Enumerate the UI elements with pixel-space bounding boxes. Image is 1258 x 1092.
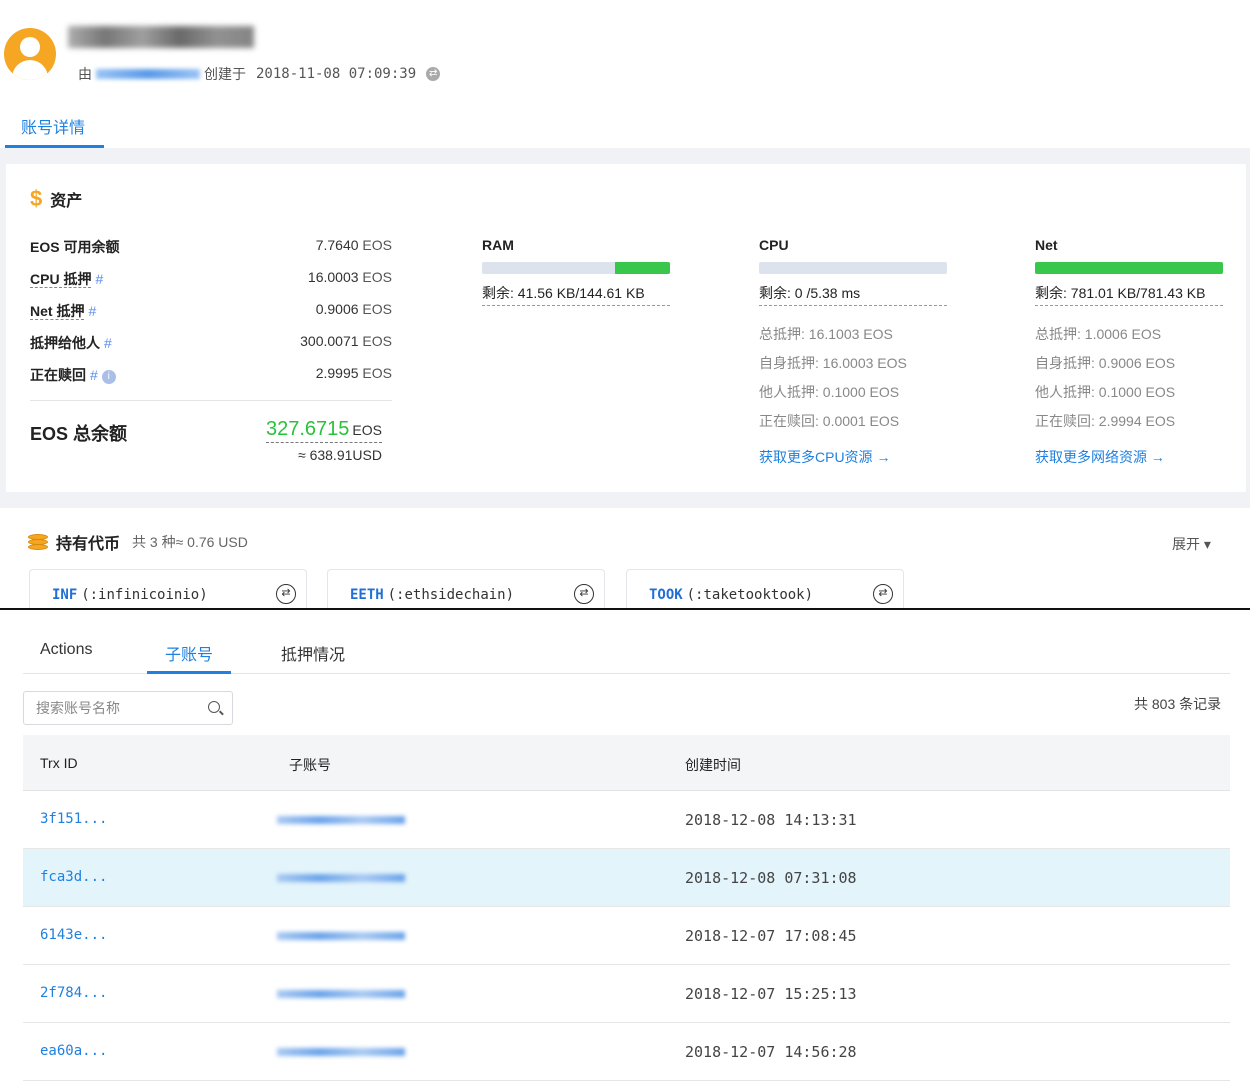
swap-icon[interactable]: ⇄ (873, 584, 893, 604)
swap-icon[interactable]: ⇄ (276, 584, 296, 604)
cpu-total-stake: 总抵押: 16.1003 EOS (759, 326, 893, 342)
asset-divider (30, 400, 392, 401)
table-row: 2f784... 2018-12-07 15:25:13 (23, 965, 1230, 1023)
created-time: 2018-12-08 14:13:31 (685, 811, 857, 829)
dollar-icon: $ (30, 186, 43, 211)
get-more-cpu-link[interactable]: 获取更多CPU资源 → (759, 447, 890, 467)
trx-id-link[interactable]: 3f151... (40, 811, 107, 827)
sub-account-link-blurred[interactable] (277, 932, 405, 940)
copy-icon[interactable]: ⇄ (426, 67, 441, 81)
created-time: 2018-12-07 15:25:13 (685, 985, 857, 1003)
ram-title: RAM (482, 237, 514, 253)
info-icon[interactable]: i (101, 370, 116, 384)
net-total-stake: 总抵押: 1.0006 EOS (1035, 326, 1162, 342)
cpu-refunding: 正在赎回: 0.0001 EOS (759, 413, 900, 429)
trx-id-link[interactable]: ea60a... (40, 1043, 107, 1059)
cpu-others-stake: 他人抵押: 0.1000 EOS (759, 384, 900, 400)
net-others-stake: 他人抵押: 0.1000 EOS (1035, 384, 1176, 400)
hash-link[interactable]: # (104, 335, 112, 351)
table-header: Trx ID 子账号 创建时间 (23, 735, 1230, 791)
sub-account-link-blurred[interactable] (277, 990, 405, 998)
table-row: ea60a... 2018-12-07 14:56:28 (23, 1023, 1230, 1081)
created-at-label: 创建于 (204, 66, 246, 82)
assets-title: $ 资产 (30, 186, 83, 211)
screenshot-seam (0, 608, 1250, 610)
sub-account-link-blurred[interactable] (277, 1048, 405, 1056)
record-count: 共 803 条记录 (1134, 696, 1222, 712)
expand-button[interactable]: 展开 ▾ (1172, 534, 1211, 554)
asset-row-delegated: 抵押给他人 # 300.0071 EOS (30, 333, 392, 351)
cpu-usage-bar (759, 262, 947, 274)
total-balance-label: EOS 总余额 (30, 424, 128, 444)
usd-value: ≈ 638.91USD (298, 447, 382, 463)
hash-link[interactable]: # (95, 271, 103, 287)
tab-staking[interactable]: 抵押情况 (281, 641, 345, 665)
trx-id-link[interactable]: 6143e... (40, 927, 107, 943)
section-separator (0, 492, 1250, 508)
table-row: fca3d... 2018-12-08 07:31:08 (23, 849, 1230, 907)
table-row: 6143e... 2018-12-07 17:08:45 (23, 907, 1230, 965)
asset-row-refunding: 正在赎回 # i 2.9995 EOS (30, 365, 392, 384)
active-tab-underline (147, 671, 231, 674)
created-time: 2018-12-08 07:31:08 (685, 869, 857, 887)
created-by-prefix: 由 (78, 66, 92, 82)
sub-account-link-blurred[interactable] (277, 874, 405, 882)
account-name-blurred (68, 26, 254, 48)
cpu-title: CPU (759, 237, 789, 253)
column-trx-id: Trx ID (40, 755, 78, 771)
cpu-self-stake: 自身抵押: 16.0003 EOS (759, 355, 907, 371)
hash-link[interactable]: # (90, 367, 98, 383)
tokens-title: 持有代币 共 3 种≈ 0.76 USD (28, 530, 248, 554)
token-card-inf[interactable]: INF (:infinicoinio) ⇄ (29, 569, 307, 609)
swap-icon[interactable]: ⇄ (574, 584, 594, 604)
net-self-stake: 自身抵押: 0.9006 EOS (1035, 355, 1176, 371)
ram-remaining[interactable]: 剩余: 41.56 KB/144.61 KB (482, 283, 670, 306)
tab-account-details[interactable]: 账号详情 (21, 114, 85, 138)
cpu-remaining[interactable]: 剩余: 0 /5.38 ms (759, 283, 947, 306)
created-time: 2018-12-07 14:56:28 (685, 1043, 857, 1061)
creation-meta: 由 创建于 2018-11-08 07:09:39 ⇄ (78, 64, 441, 84)
asset-row-available: EOS 可用余额 7.7640 EOS (30, 237, 392, 255)
creator-link-blurred[interactable] (96, 69, 200, 79)
total-balance-value: 327.6715 EOS (266, 418, 382, 443)
column-sub-account: 子账号 (289, 757, 331, 773)
tab-sub-accounts[interactable]: 子账号 (165, 641, 213, 665)
table-row: 3f151... 2018-12-08 14:13:31 (23, 791, 1230, 849)
token-card-eeth[interactable]: EETH (:ethsidechain) ⇄ (327, 569, 605, 609)
avatar (4, 28, 56, 80)
token-card-took[interactable]: TOOK (:taketooktook) ⇄ (626, 569, 904, 609)
column-created-time: 创建时间 (685, 757, 741, 773)
section-separator (0, 148, 1250, 164)
asset-row-cpu-stake: CPU 抵押 # 16.0003 EOS (30, 269, 392, 288)
ram-usage-bar (482, 262, 670, 274)
trx-id-link[interactable]: 2f784... (40, 985, 107, 1001)
created-at-time: 2018-11-08 07:09:39 (256, 66, 417, 82)
get-more-net-link[interactable]: 获取更多网络资源 → (1035, 447, 1165, 467)
sub-account-link-blurred[interactable] (277, 816, 405, 824)
asset-row-net-stake: Net 抵押 # 0.9006 EOS (30, 301, 392, 320)
search-box (23, 691, 233, 725)
trx-id-link[interactable]: fca3d... (40, 869, 107, 885)
net-remaining[interactable]: 剩余: 781.01 KB/781.43 KB (1035, 283, 1223, 306)
created-time: 2018-12-07 17:08:45 (685, 927, 857, 945)
net-usage-bar (1035, 262, 1223, 274)
search-input[interactable] (24, 692, 194, 724)
net-refunding: 正在赎回: 2.9994 EOS (1035, 413, 1176, 429)
search-icon[interactable] (208, 701, 220, 713)
net-title: Net (1035, 237, 1058, 253)
tab-actions[interactable]: Actions (40, 641, 92, 659)
coins-icon (28, 534, 48, 550)
tokens-summary: 共 3 种≈ 0.76 USD (132, 534, 248, 550)
hash-link[interactable]: # (88, 303, 96, 319)
